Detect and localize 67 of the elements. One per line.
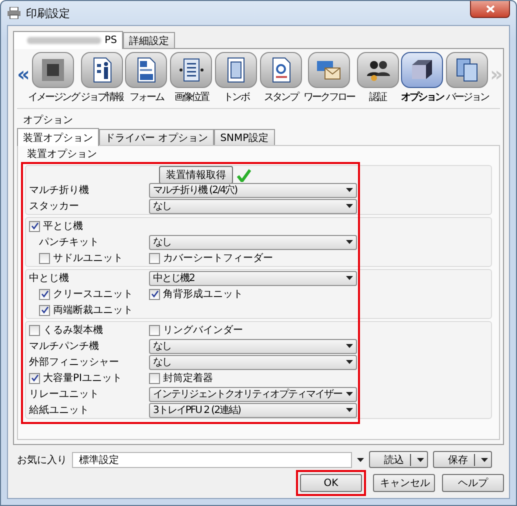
field-label: パンチキット: [39, 236, 99, 249]
field-label: リレーユニット: [29, 388, 99, 401]
group-title: 装置オプション: [26, 148, 98, 161]
dropdown-arrow-icon: [346, 344, 353, 348]
dropdown-arrow-icon: [481, 458, 488, 462]
dropdown-arrow-icon: [346, 240, 353, 244]
checkbox-label[interactable]: 両端断裁ユニット: [53, 303, 133, 317]
dropdown[interactable]: マルチ折り機 (2/4穴): [149, 182, 357, 198]
dropdown-arrow-icon[interactable]: [357, 458, 364, 462]
dialog-button[interactable]: キャンセル: [373, 474, 435, 492]
dropdown[interactable]: なし: [149, 338, 357, 354]
window-title: 印刷設定: [26, 6, 70, 20]
field-label: 中とじ機: [29, 272, 69, 285]
dropdown-arrow-icon: [346, 276, 353, 280]
checkbox[interactable]: [29, 372, 40, 384]
checkbox[interactable]: [29, 220, 40, 232]
checkbox-label[interactable]: くるみ製本機: [43, 323, 103, 337]
checkbox-label[interactable]: カバーシートフィーダー: [163, 251, 273, 265]
dropdown[interactable]: なし: [149, 354, 357, 370]
tab[interactable]: 装置オプション: [17, 128, 99, 146]
checkbox[interactable]: [39, 288, 50, 300]
favorites-field[interactable]: 標準設定: [72, 452, 352, 468]
dropdown-arrow-icon: [346, 392, 353, 396]
split-button[interactable]: 保存: [433, 451, 492, 468]
checkbox-label[interactable]: サドルユニット: [53, 251, 123, 265]
close-button[interactable]: [470, 1, 510, 18]
split-button[interactable]: 読込: [369, 451, 428, 468]
field-label: 外部フィニッシャー: [29, 356, 119, 369]
dropdown-arrow-icon: [346, 188, 353, 192]
checkbox[interactable]: [29, 324, 40, 336]
field-label: マルチパンチ機: [29, 340, 99, 353]
tab[interactable]: PS: [13, 31, 123, 49]
group-title: オプション: [22, 114, 74, 127]
scroll-left-button[interactable]: «: [17, 64, 27, 84]
dropdown-arrow-icon: [346, 360, 353, 364]
checkbox[interactable]: [149, 252, 160, 264]
dropdown[interactable]: 中とじ機2: [149, 270, 357, 286]
checkbox-label[interactable]: 封筒定着器: [163, 371, 213, 385]
dropdown[interactable]: なし: [149, 234, 357, 250]
checkbox-label[interactable]: クリースユニット: [53, 287, 133, 301]
checkbox-label[interactable]: 大容量PIユニット: [43, 371, 122, 385]
checkbox[interactable]: [39, 304, 50, 316]
checkbox-label[interactable]: 角背形成ユニット: [163, 287, 243, 301]
dialog-button[interactable]: OK: [300, 474, 362, 492]
dropdown-arrow-icon: [346, 408, 353, 412]
checkbox-label[interactable]: 平とじ機: [43, 219, 83, 233]
dropdown[interactable]: 3トレイPFU 2 (2連結): [149, 402, 357, 418]
field-label: マルチ折り機: [29, 184, 89, 197]
checkbox[interactable]: [39, 252, 50, 264]
dropdown[interactable]: なし: [149, 198, 357, 214]
page-layout-icon: [177, 56, 206, 84]
close-icon: [486, 5, 494, 13]
dropdown[interactable]: インテリジェントクオリティオプティマイザー: [149, 386, 357, 402]
dropdown-arrow-icon: [417, 458, 424, 462]
field-label: お気に入り: [17, 454, 67, 466]
dialog-button[interactable]: ヘルプ: [442, 474, 504, 492]
field-label: 給紙ユニット: [29, 404, 89, 417]
checkbox[interactable]: [149, 288, 160, 300]
tab[interactable]: 詳細設定: [123, 32, 175, 48]
get-device-info-button[interactable]: 装置情報取得: [159, 166, 233, 184]
checkbox[interactable]: [149, 372, 160, 384]
checkbox[interactable]: [149, 324, 160, 336]
field-label: スタッカー: [29, 200, 79, 213]
checkbox-label[interactable]: リングバインダー: [163, 323, 243, 337]
tab[interactable]: SNMP設定: [214, 129, 275, 145]
dropdown-arrow-icon: [346, 204, 353, 208]
tab[interactable]: ドライバー オプション: [99, 129, 214, 145]
